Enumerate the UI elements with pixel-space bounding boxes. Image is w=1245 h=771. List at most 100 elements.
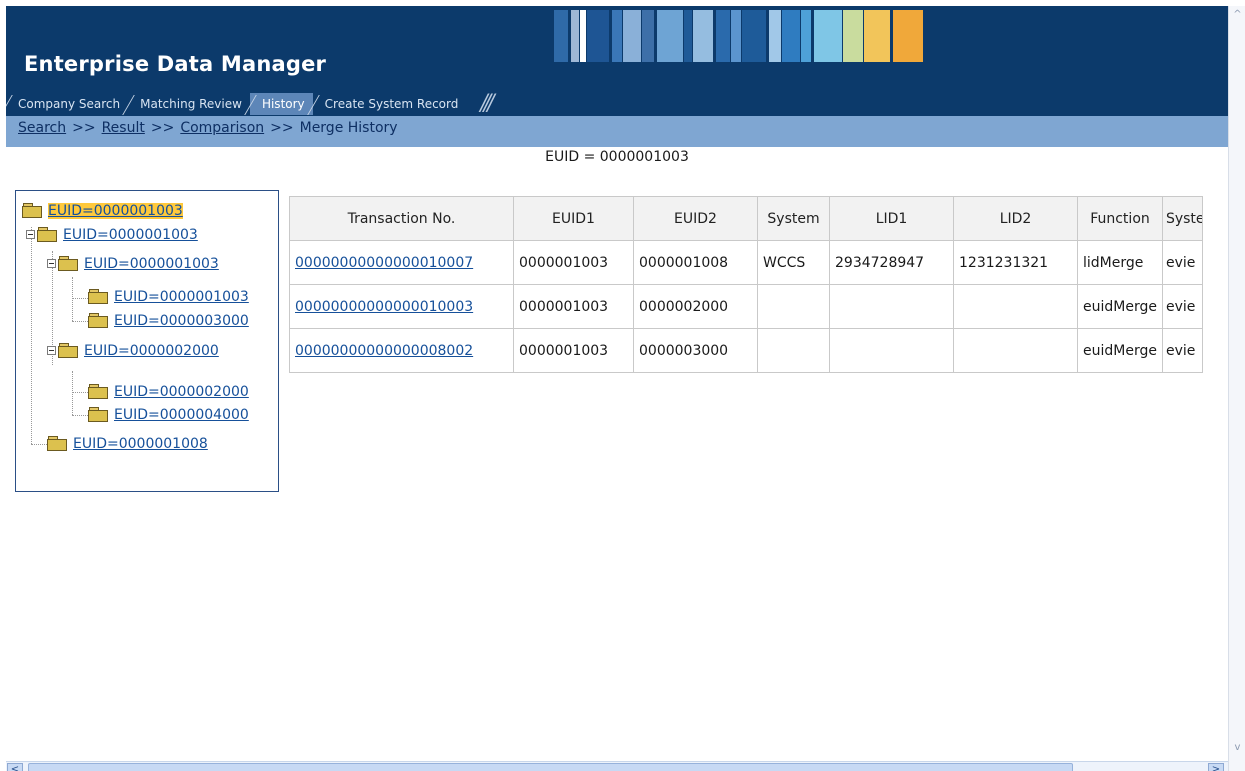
transaction-link[interactable]: 00000000000000010007 bbox=[295, 255, 473, 271]
header-decoration bbox=[554, 10, 924, 62]
folder-icon bbox=[88, 384, 108, 399]
table-cell: euidMerge bbox=[1077, 284, 1163, 329]
collapse-toggle-icon[interactable] bbox=[47, 259, 56, 268]
column-header: EUID1 bbox=[513, 196, 634, 241]
tree-node-link[interactable]: EUID=0000002000 bbox=[114, 384, 249, 400]
table-cell: 0000002000 bbox=[633, 284, 758, 329]
breadcrumb-current: Merge History bbox=[299, 120, 398, 136]
table-cell: 0000001003 bbox=[513, 240, 634, 285]
header-strip-segment bbox=[742, 10, 766, 62]
app-window: Enterprise Data Manager Company Search M… bbox=[6, 6, 1228, 771]
header-strip-segment bbox=[587, 10, 609, 62]
tree-node-link[interactable]: EUID=0000002000 bbox=[84, 343, 219, 359]
header-strip-segment bbox=[782, 10, 800, 62]
table-cell bbox=[953, 284, 1078, 329]
tree-node: EUID=0000004000 bbox=[88, 404, 249, 426]
header-strip-segment bbox=[864, 10, 890, 62]
column-header: System User bbox=[1161, 196, 1203, 241]
breadcrumb-comparison-link[interactable]: Comparison bbox=[180, 120, 264, 136]
scroll-right-icon[interactable]: > bbox=[1208, 763, 1224, 771]
table-cell: lidMerge bbox=[1077, 240, 1163, 285]
tree-node-link[interactable]: EUID=0000001003 bbox=[63, 227, 198, 243]
scroll-down-icon[interactable]: v bbox=[1230, 741, 1245, 756]
header-strip-segment bbox=[571, 10, 579, 62]
tree-node-link[interactable]: EUID=0000001003 bbox=[48, 203, 183, 219]
column-header: Function bbox=[1077, 196, 1163, 241]
folder-icon bbox=[37, 227, 57, 242]
header-strip-segment bbox=[580, 10, 586, 62]
transaction-link[interactable]: 00000000000000010003 bbox=[295, 299, 473, 315]
column-header: EUID2 bbox=[633, 196, 758, 241]
tree-node: EUID=0000001003 bbox=[88, 286, 249, 308]
header-strip-segment bbox=[814, 10, 842, 62]
folder-icon bbox=[88, 407, 108, 422]
header-strip-segment bbox=[731, 10, 741, 62]
table-cell: 0000001003 bbox=[513, 328, 634, 373]
header-strip-segment bbox=[893, 10, 923, 62]
tree-node-link[interactable]: EUID=0000001003 bbox=[84, 256, 219, 272]
header-strip-segment bbox=[657, 10, 683, 62]
tree-node-root: EUID=0000001003 bbox=[22, 200, 183, 222]
euid-caption: EUID = 0000001003 bbox=[545, 149, 689, 165]
breadcrumb: Search >> Result >> Comparison >> Merge Histor… bbox=[6, 116, 1228, 147]
table-cell: evie bbox=[1161, 328, 1203, 373]
app-header: Enterprise Data Manager Company Search M… bbox=[6, 6, 1228, 116]
transaction-cell: 00000000000000010003 bbox=[289, 284, 514, 329]
tree-node-link[interactable]: EUID=0000001003 bbox=[114, 289, 249, 305]
breadcrumb-separator: >> bbox=[72, 120, 96, 136]
scroll-left-icon[interactable]: < bbox=[7, 763, 23, 771]
header-strip-segment bbox=[801, 10, 811, 62]
table-cell bbox=[757, 328, 830, 373]
horizontal-scroll-thumb[interactable] bbox=[28, 763, 1073, 771]
table-cell: 2934728947 bbox=[829, 240, 954, 285]
header-strip-segment bbox=[623, 10, 641, 62]
breadcrumb-search-link[interactable]: Search bbox=[18, 120, 66, 136]
vertical-scrollbar[interactable]: ^ v bbox=[1228, 6, 1245, 771]
transaction-link[interactable]: 00000000000000008002 bbox=[295, 343, 473, 359]
tree-node-link[interactable]: EUID=0000003000 bbox=[114, 313, 249, 329]
transaction-table: Transaction No. EUID1 EUID2 System LID1 … bbox=[289, 196, 1203, 373]
horizontal-scrollbar[interactable]: < > bbox=[6, 761, 1228, 771]
tree-node: EUID=0000003000 bbox=[88, 310, 249, 332]
table-cell: 0000001008 bbox=[633, 240, 758, 285]
column-header: LID1 bbox=[829, 196, 954, 241]
tree-node: EUID=0000002000 bbox=[47, 340, 219, 362]
table-row: 00000000000000010003 0000001003 00000020… bbox=[289, 284, 1203, 329]
collapse-toggle-icon[interactable] bbox=[26, 230, 35, 239]
table-cell bbox=[757, 284, 830, 329]
breadcrumb-separator: >> bbox=[150, 120, 175, 136]
header-strip-segment bbox=[716, 10, 730, 62]
scroll-up-icon[interactable]: ^ bbox=[1230, 8, 1245, 23]
tree-node: EUID=0000001008 bbox=[47, 433, 208, 455]
collapse-toggle-icon[interactable] bbox=[47, 346, 56, 355]
header-strip-segment bbox=[612, 10, 622, 62]
header-strip-segment bbox=[693, 10, 713, 62]
column-header: Transaction No. bbox=[289, 196, 514, 241]
table-row: 00000000000000008002 0000001003 00000030… bbox=[289, 328, 1203, 373]
column-header: System bbox=[757, 196, 830, 241]
transaction-cell: 00000000000000008002 bbox=[289, 328, 514, 373]
tree-node: EUID=0000001003 bbox=[26, 224, 198, 246]
breadcrumb-separator: >> bbox=[270, 120, 294, 136]
tab-company-search[interactable]: Company Search bbox=[6, 93, 128, 115]
tab-history[interactable]: History bbox=[249, 93, 313, 115]
app-title: Enterprise Data Manager bbox=[24, 52, 327, 76]
tree-node: EUID=0000001003 bbox=[47, 253, 219, 275]
tree-node-link[interactable]: EUID=0000004000 bbox=[114, 407, 249, 423]
tree-node-link[interactable]: EUID=0000001008 bbox=[73, 436, 208, 452]
table-cell: WCCS bbox=[757, 240, 830, 285]
table-cell bbox=[953, 328, 1078, 373]
tab-matching-review[interactable]: Matching Review bbox=[128, 93, 250, 115]
transaction-cell: 00000000000000010007 bbox=[289, 240, 514, 285]
column-header: LID2 bbox=[953, 196, 1078, 241]
breadcrumb-result-link[interactable]: Result bbox=[102, 120, 145, 136]
table-cell: 0000003000 bbox=[633, 328, 758, 373]
table-cell bbox=[829, 284, 954, 329]
table-cell: evie bbox=[1161, 284, 1203, 329]
table-cell bbox=[829, 328, 954, 373]
merge-history-tree: EUID=0000001003 EUID=0000001003 EUID=000… bbox=[15, 190, 279, 492]
tab-bar: Company Search Matching Review History C… bbox=[6, 92, 495, 116]
header-strip-segment bbox=[554, 10, 568, 62]
tab-create-system-record[interactable]: Create System Record bbox=[313, 93, 467, 115]
folder-icon bbox=[22, 203, 42, 218]
